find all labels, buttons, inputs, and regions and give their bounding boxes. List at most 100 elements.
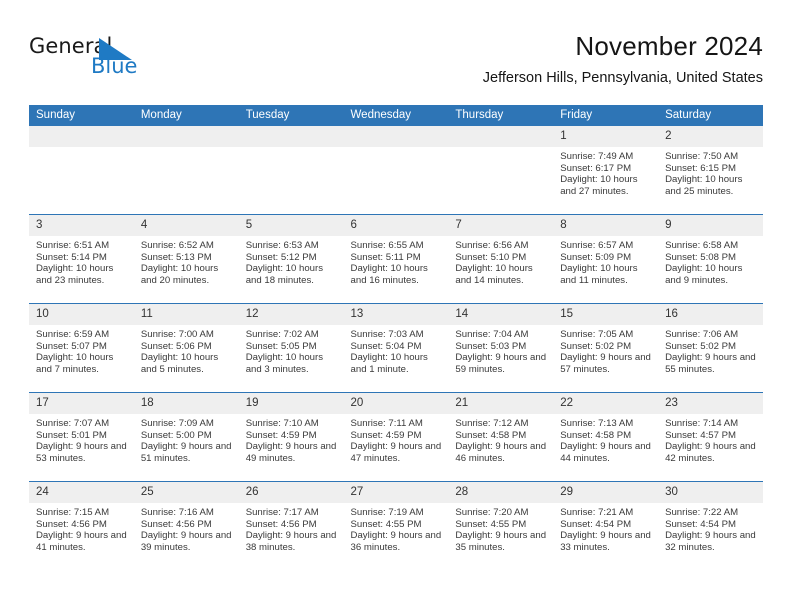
calendar-day-cell-empty — [133, 126, 239, 215]
calendar-day-cell-empty — [343, 126, 449, 215]
sunset-text: Sunset: 5:02 PM — [560, 340, 632, 352]
daylight-text: Daylight: 9 hours and 38 minutes. — [245, 530, 337, 553]
day-number: 1 — [553, 126, 659, 147]
calendar-day-cell[interactable]: 17 Sunrise: 7:07 AM Sunset: 5:01 PM Dayligh… — [29, 392, 134, 482]
calendar-day-cell[interactable]: 16 Sunrise: 7:06 AM Sunset: 5:02 PM Dayligh… — [658, 303, 763, 393]
calendar-day-cell[interactable]: 23 Sunrise: 7:14 AM Sunset: 4:57 PM Dayligh… — [658, 392, 763, 482]
calendar-day-cell[interactable]: 2 Sunrise: 7:50 AM Sunset: 6:15 PM Daylight… — [658, 126, 763, 215]
day-sun-info: Sunrise: 7:02 AM Sunset: 5:05 PM Daylight:… — [239, 325, 344, 375]
daylight-text: Daylight: 9 hours and 51 minutes. — [140, 441, 232, 464]
daylight-text: Daylight: 10 hours and 14 minutes. — [455, 263, 533, 286]
sunset-text: Sunset: 6:15 PM — [665, 162, 736, 174]
sunrise-text: Sunrise: 7:16 AM — [140, 507, 214, 518]
calendar-day-cell[interactable]: 24 Sunrise: 7:15 AM Sunset: 4:56 PM Dayligh… — [29, 481, 134, 570]
daylight-text: Daylight: 10 hours and 18 minutes. — [245, 263, 324, 286]
day-number: 28 — [448, 482, 554, 503]
calendar-day-cell[interactable]: 25 Sunrise: 7:16 AM Sunset: 4:56 PM Dayligh… — [133, 481, 239, 570]
sunrise-text: Sunrise: 7:21 AM — [560, 507, 634, 518]
calendar-day-cell[interactable]: 26 Sunrise: 7:17 AM Sunset: 4:56 PM Dayligh… — [238, 481, 344, 570]
sunset-text: Sunset: 5:06 PM — [140, 340, 212, 352]
calendar-day-cell[interactable]: 29 Sunrise: 7:21 AM Sunset: 4:54 PM Dayligh… — [553, 481, 659, 570]
sunset-text: Sunset: 5:09 PM — [560, 251, 632, 263]
weekday-header-monday: Monday — [133, 105, 239, 126]
calendar-day-cell[interactable]: 8 Sunrise: 6:57 AM Sunset: 5:09 PM Daylight… — [553, 214, 659, 304]
calendar-day-cell[interactable]: 27 Sunrise: 7:19 AM Sunset: 4:55 PM Dayligh… — [343, 481, 449, 570]
calendar-day-cell[interactable]: 11 Sunrise: 7:00 AM Sunset: 5:06 PM Dayligh… — [133, 303, 239, 393]
sunrise-text: Sunrise: 7:50 AM — [665, 151, 739, 162]
day-sun-info: Sunrise: 7:49 AM Sunset: 6:17 PM Daylight:… — [553, 147, 658, 197]
weekday-header-sunday: Sunday — [29, 105, 134, 126]
day-sun-info: Sunrise: 6:52 AM Sunset: 5:13 PM Daylight:… — [134, 236, 239, 286]
sunset-text: Sunset: 5:13 PM — [140, 251, 212, 263]
sunrise-text: Sunrise: 7:17 AM — [245, 507, 319, 518]
sunrise-text: Sunrise: 6:55 AM — [350, 240, 424, 251]
sunset-text: Sunset: 4:54 PM — [560, 518, 632, 530]
calendar-day-cell[interactable]: 6 Sunrise: 6:55 AM Sunset: 5:11 PM Daylight… — [343, 214, 449, 304]
sunset-text: Sunset: 5:10 PM — [455, 251, 527, 263]
day-sun-info: Sunrise: 7:04 AM Sunset: 5:03 PM Daylight:… — [448, 325, 553, 375]
sunrise-text: Sunrise: 7:22 AM — [665, 507, 739, 518]
day-sun-info: Sunrise: 6:51 AM Sunset: 5:14 PM Daylight:… — [29, 236, 134, 286]
sunrise-text: Sunrise: 7:15 AM — [36, 507, 110, 518]
sunset-text: Sunset: 4:58 PM — [455, 429, 527, 441]
calendar-day-cell[interactable]: 21 Sunrise: 7:12 AM Sunset: 4:58 PM Dayligh… — [448, 392, 554, 482]
calendar-day-cell[interactable]: 18 Sunrise: 7:09 AM Sunset: 5:00 PM Dayligh… — [133, 392, 239, 482]
sunrise-text: Sunrise: 7:03 AM — [350, 329, 424, 340]
sunrise-text: Sunrise: 6:58 AM — [665, 240, 739, 251]
calendar-day-cell[interactable]: 9 Sunrise: 6:58 AM Sunset: 5:08 PM Daylight… — [658, 214, 763, 304]
sunrise-text: Sunrise: 7:05 AM — [560, 329, 634, 340]
sunrise-text: Sunrise: 6:53 AM — [245, 240, 319, 251]
sunrise-text: Sunrise: 7:13 AM — [560, 418, 634, 429]
weekday-header-saturday: Saturday — [658, 105, 763, 126]
calendar-day-cell[interactable]: 3 Sunrise: 6:51 AM Sunset: 5:14 PM Daylight… — [29, 214, 134, 304]
calendar-day-cell[interactable]: 1 Sunrise: 7:49 AM Sunset: 6:17 PM Daylight… — [553, 126, 659, 215]
day-number: 6 — [343, 215, 449, 236]
day-number — [343, 126, 449, 147]
day-sun-info: Sunrise: 7:50 AM Sunset: 6:15 PM Daylight:… — [658, 147, 763, 197]
daylight-text: Daylight: 9 hours and 44 minutes. — [560, 441, 651, 464]
day-number: 12 — [238, 304, 344, 325]
daylight-text: Daylight: 10 hours and 27 minutes. — [560, 174, 638, 197]
general-blue-logo[interactable]: General Blue — [29, 34, 249, 90]
day-number: 13 — [343, 304, 449, 325]
calendar-day-cell[interactable]: 14 Sunrise: 7:04 AM Sunset: 5:03 PM Dayligh… — [448, 303, 554, 393]
daylight-text: Daylight: 9 hours and 49 minutes. — [245, 441, 337, 464]
page-title: November 2024 — [575, 31, 763, 61]
calendar-day-cell[interactable]: 4 Sunrise: 6:52 AM Sunset: 5:13 PM Daylight… — [133, 214, 239, 304]
daylight-text: Daylight: 10 hours and 7 minutes. — [36, 352, 114, 375]
day-sun-info: Sunrise: 6:56 AM Sunset: 5:10 PM Daylight:… — [448, 236, 553, 286]
logo-word-blue: Blue — [91, 54, 138, 78]
calendar-day-cell[interactable]: 5 Sunrise: 6:53 AM Sunset: 5:12 PM Daylight… — [238, 214, 344, 304]
daylight-text: Daylight: 9 hours and 47 minutes. — [350, 441, 442, 464]
sunset-text: Sunset: 4:56 PM — [140, 518, 212, 530]
calendar-day-cell[interactable]: 30 Sunrise: 7:22 AM Sunset: 4:54 PM Dayligh… — [658, 481, 763, 570]
daylight-text: Daylight: 10 hours and 5 minutes. — [140, 352, 219, 375]
calendar-day-cell[interactable]: 15 Sunrise: 7:05 AM Sunset: 5:02 PM Dayligh… — [553, 303, 659, 393]
calendar-day-cell[interactable]: 7 Sunrise: 6:56 AM Sunset: 5:10 PM Daylight… — [448, 214, 554, 304]
calendar-day-cell[interactable]: 10 Sunrise: 6:59 AM Sunset: 5:07 PM Dayligh… — [29, 303, 134, 393]
calendar-day-cell[interactable]: 22 Sunrise: 7:13 AM Sunset: 4:58 PM Dayligh… — [553, 392, 659, 482]
calendar-day-cell[interactable]: 19 Sunrise: 7:10 AM Sunset: 4:59 PM Dayligh… — [238, 392, 344, 482]
calendar-day-cell[interactable]: 12 Sunrise: 7:02 AM Sunset: 5:05 PM Dayligh… — [238, 303, 344, 393]
calendar-day-cell[interactable]: 13 Sunrise: 7:03 AM Sunset: 5:04 PM Dayligh… — [343, 303, 449, 393]
calendar-header-row: Sunday Monday Tuesday Wednesday Thursday… — [29, 105, 763, 126]
sunset-text: Sunset: 5:07 PM — [36, 340, 107, 352]
day-number: 29 — [553, 482, 659, 503]
day-number: 15 — [553, 304, 659, 325]
day-number — [448, 126, 554, 147]
calendar-week-row: 1 Sunrise: 7:49 AM Sunset: 6:17 PM Daylight… — [29, 126, 763, 215]
calendar-body: 1 Sunrise: 7:49 AM Sunset: 6:17 PM Daylight… — [29, 126, 763, 570]
sunrise-text: Sunrise: 7:11 AM — [350, 418, 423, 429]
calendar-day-cell-empty — [29, 126, 134, 215]
day-sun-info: Sunrise: 7:00 AM Sunset: 5:06 PM Daylight:… — [134, 325, 239, 375]
calendar-day-cell[interactable]: 20 Sunrise: 7:11 AM Sunset: 4:59 PM Dayligh… — [343, 392, 449, 482]
day-number: 21 — [448, 393, 554, 414]
sunset-text: Sunset: 6:17 PM — [560, 162, 632, 174]
weekday-header-friday: Friday — [553, 105, 659, 126]
daylight-text: Daylight: 9 hours and 59 minutes. — [455, 352, 547, 375]
sunset-text: Sunset: 4:58 PM — [560, 429, 632, 441]
page-header: General Blue November 2024 Jefferson Hil… — [0, 0, 792, 100]
daylight-text: Daylight: 9 hours and 41 minutes. — [36, 530, 127, 553]
calendar-day-cell[interactable]: 28 Sunrise: 7:20 AM Sunset: 4:55 PM Dayligh… — [448, 481, 554, 570]
sunset-text: Sunset: 5:08 PM — [665, 251, 736, 263]
